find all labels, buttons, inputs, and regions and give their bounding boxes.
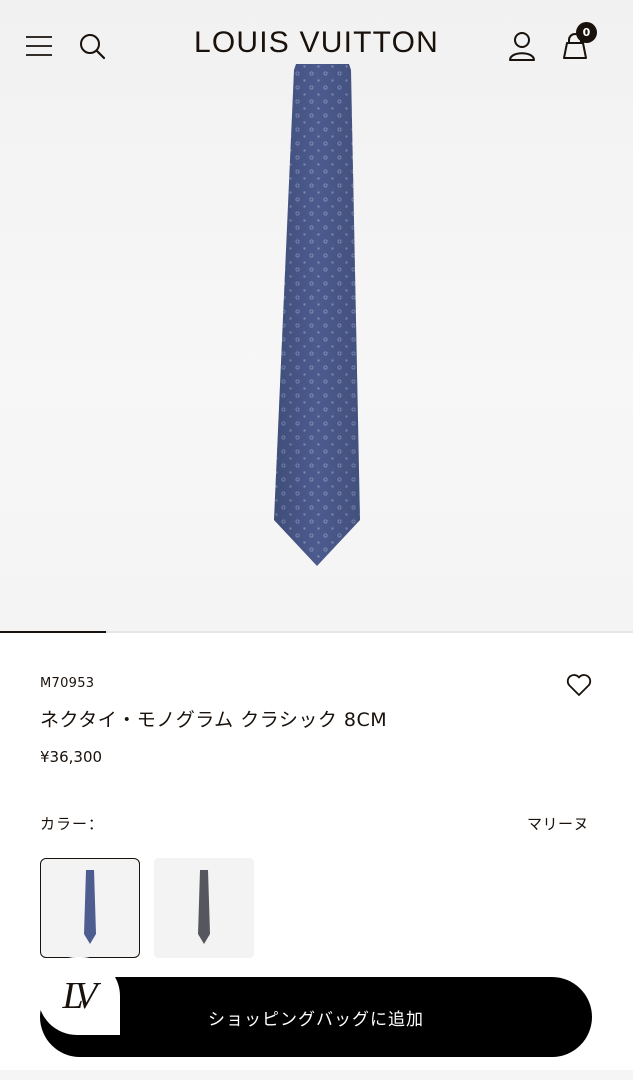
shopping-bag-button[interactable]: 0 <box>555 22 597 66</box>
bag-count-badge: 0 <box>576 22 597 43</box>
bottom-bar <box>0 1070 633 1080</box>
lv-logo-icon: LV <box>62 975 98 1017</box>
tie-thumbnail-gray <box>198 870 210 944</box>
product-title: ネクタイ・モノグラム クラシック 8CM <box>40 709 388 731</box>
color-swatch-marine[interactable] <box>40 858 140 958</box>
color-label: カラー： <box>40 815 105 833</box>
product-sku: M70953 <box>40 676 95 691</box>
product-price: ¥36,300 <box>40 748 103 766</box>
selected-color-name: マリーヌ <box>526 815 589 833</box>
image-carousel-indicator <box>0 631 106 633</box>
account-button[interactable] <box>503 28 541 64</box>
product-image[interactable] <box>0 0 633 633</box>
tie-thumbnail-navy <box>84 870 96 944</box>
user-icon <box>509 32 535 61</box>
tie-image <box>274 64 360 566</box>
add-to-bag-label: ショッピングバッグに追加 <box>208 1009 424 1030</box>
wishlist-button[interactable] <box>564 670 594 700</box>
site-header: LOUIS VUITTON 0 <box>0 0 633 92</box>
color-swatch-gray[interactable] <box>154 858 254 958</box>
add-to-bag-button[interactable]: ショッピングバッグに追加 <box>40 977 592 1057</box>
lv-assistant-button[interactable]: LV <box>38 957 120 1035</box>
heart-icon <box>566 674 592 696</box>
